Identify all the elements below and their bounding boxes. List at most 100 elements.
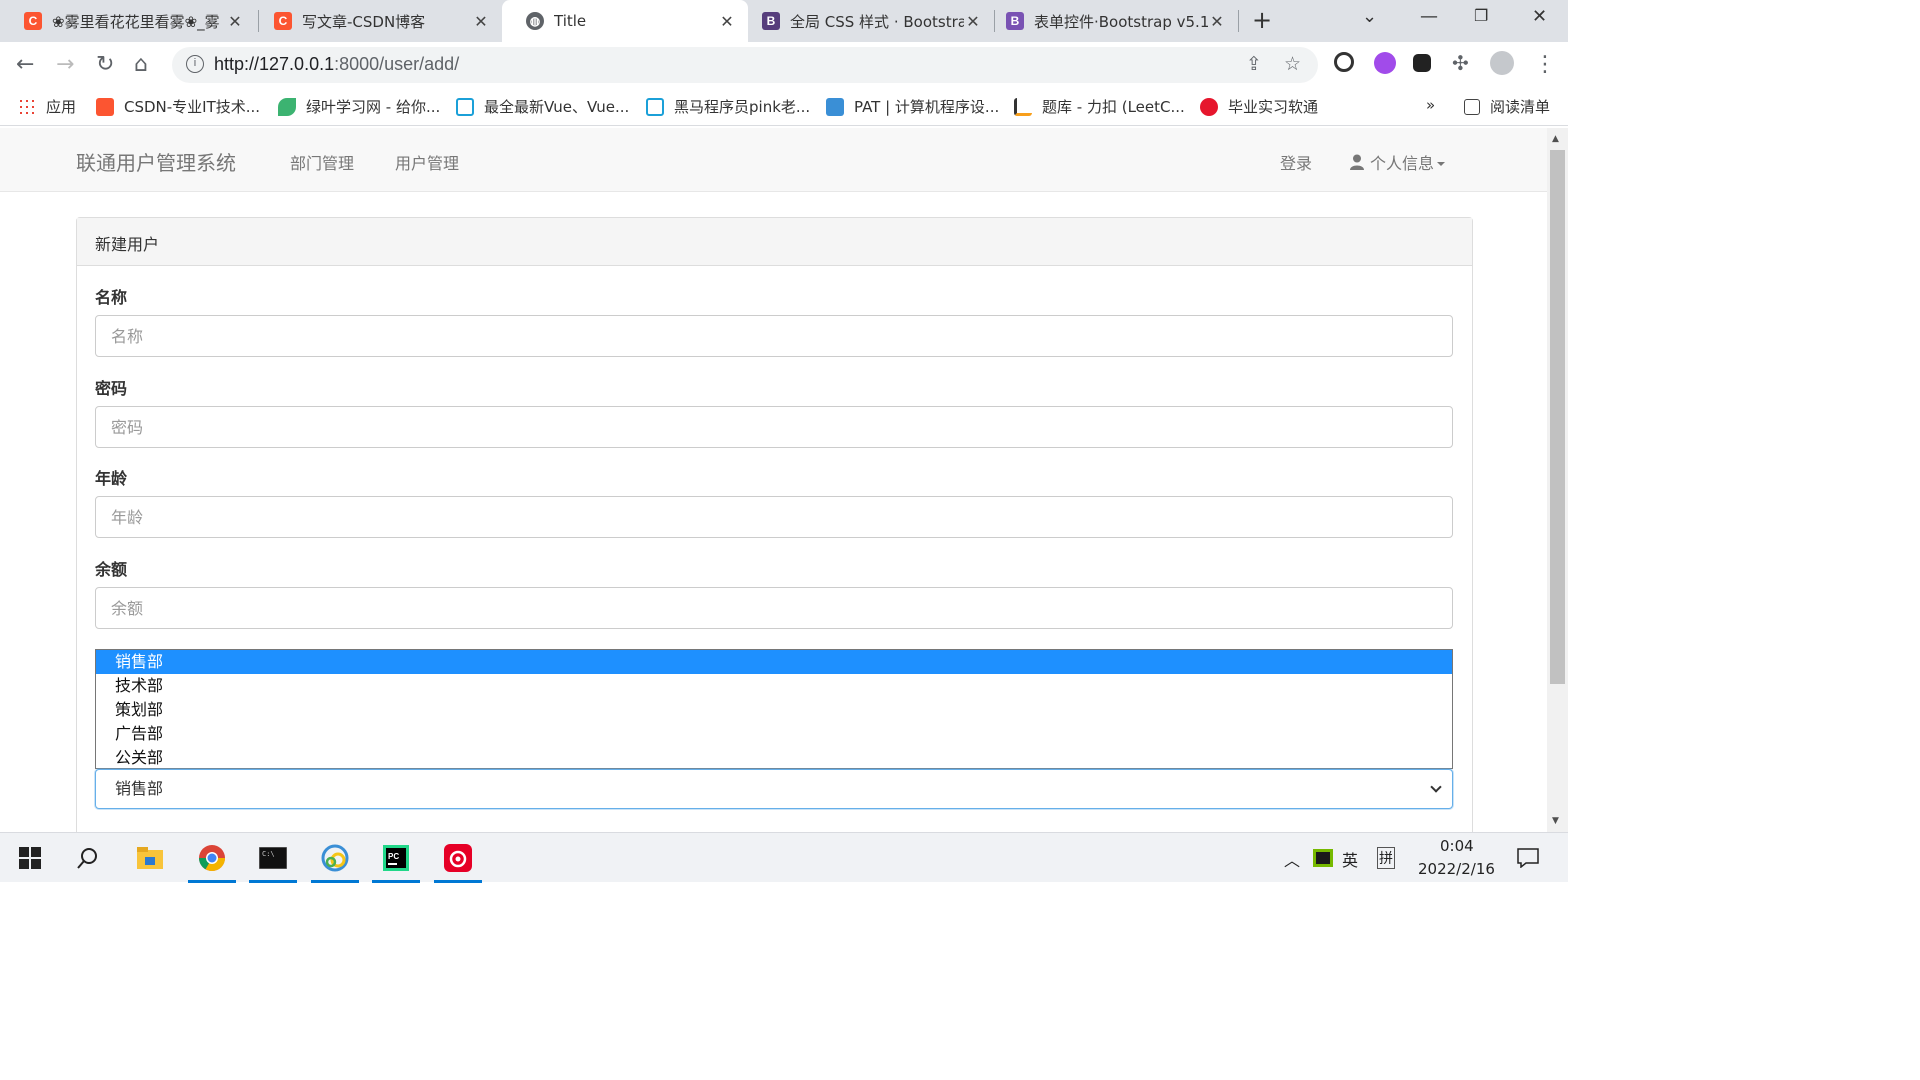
reading-list-button[interactable]: 阅读清单 bbox=[1464, 96, 1550, 117]
extensions-puzzle-icon[interactable]: ✣ bbox=[1452, 51, 1469, 75]
close-icon[interactable]: ✕ bbox=[718, 12, 736, 31]
back-icon[interactable]: ← bbox=[16, 52, 34, 77]
csdn-icon: C bbox=[24, 12, 42, 30]
site-info-icon[interactable]: i bbox=[186, 55, 204, 73]
bookmark-item[interactable]: PAT | 计算机程序设... bbox=[826, 96, 999, 117]
restore-icon[interactable]: ❐ bbox=[1474, 6, 1488, 25]
extension-x-icon[interactable] bbox=[1413, 54, 1431, 72]
windows-start-icon[interactable] bbox=[0, 833, 60, 883]
department-select[interactable]: 销售部 bbox=[95, 769, 1453, 809]
leaf-icon bbox=[278, 97, 296, 116]
notification-icon[interactable] bbox=[1498, 833, 1558, 883]
bookmark-item[interactable]: 最全最新Vue、Vue... bbox=[456, 96, 629, 117]
tab-strip: C ❀雾里看花花里看雾❀_雾 ✕ C 写文章-CSDN博客 ✕ ◍ Title … bbox=[0, 0, 1568, 42]
browser-tab[interactable]: C 写文章-CSDN博客 ✕ bbox=[250, 0, 502, 42]
bookmark-item[interactable]: CSDN-专业IT技术... bbox=[96, 96, 260, 117]
globe-icon: ◍ bbox=[526, 12, 544, 30]
name-input[interactable] bbox=[95, 315, 1453, 357]
file-explorer-icon[interactable] bbox=[120, 833, 180, 883]
browser-tab[interactable]: C ❀雾里看花花里看雾❀_雾 ✕ bbox=[0, 0, 256, 42]
new-tab-button[interactable]: + bbox=[1252, 6, 1272, 34]
balance-input[interactable] bbox=[95, 587, 1453, 629]
profile-dropdown[interactable]: 个人信息 bbox=[1350, 150, 1446, 174]
clock-time[interactable]: 0:04 bbox=[1440, 837, 1474, 855]
nav-link-login[interactable]: 登录 bbox=[1280, 150, 1312, 174]
department-option[interactable]: 广告部 bbox=[96, 722, 1452, 746]
tab-title: ❀雾里看花花里看雾❀_雾 bbox=[52, 12, 220, 31]
scroll-up-icon[interactable]: ▲ bbox=[1552, 134, 1559, 144]
scrollbar-thumb[interactable] bbox=[1550, 150, 1565, 684]
close-icon[interactable]: ✕ bbox=[226, 12, 244, 31]
site-brand[interactable]: 联通用户管理系统 bbox=[76, 147, 236, 176]
bookmark-label: 绿叶学习网 - 给你... bbox=[306, 98, 441, 116]
close-icon[interactable]: ✕ bbox=[1208, 12, 1226, 31]
url-host: http://127.0.0.1 bbox=[214, 54, 335, 74]
balance-label: 余额 bbox=[95, 560, 128, 579]
password-input[interactable] bbox=[95, 406, 1453, 448]
bilibili-icon bbox=[646, 97, 664, 116]
share-icon[interactable]: ⇪ bbox=[1246, 53, 1262, 75]
page-scrollbar[interactable]: ▲ ▼ bbox=[1547, 128, 1568, 832]
reload-icon[interactable]: ↻ bbox=[96, 52, 114, 77]
age-input[interactable] bbox=[95, 496, 1453, 538]
pat-icon bbox=[826, 97, 844, 116]
nav-link-users[interactable]: 用户管理 bbox=[395, 150, 459, 174]
forward-icon[interactable]: → bbox=[56, 52, 74, 77]
edge-beta-icon[interactable] bbox=[305, 833, 365, 883]
scroll-down-icon[interactable]: ▼ bbox=[1552, 816, 1559, 826]
extension-icon[interactable] bbox=[1334, 52, 1354, 72]
chevron-down-icon bbox=[1430, 781, 1442, 793]
menu-kebab-icon[interactable]: ⋮ bbox=[1534, 52, 1556, 77]
department-option[interactable]: 公关部 bbox=[96, 746, 1452, 768]
department-option[interactable]: 销售部 bbox=[96, 650, 1452, 674]
browser-tab[interactable]: B 全局 CSS 样式 · Bootstrap ✕ bbox=[738, 0, 994, 42]
user-icon bbox=[1350, 154, 1364, 170]
search-icon[interactable] bbox=[58, 833, 118, 883]
leetcode-icon bbox=[1014, 97, 1032, 116]
bookmark-item[interactable]: 黑马程序员pink老... bbox=[646, 96, 810, 117]
bookmark-star-icon[interactable]: ☆ bbox=[1284, 53, 1301, 75]
extension-purple-icon[interactable] bbox=[1374, 52, 1396, 74]
profile-avatar-icon[interactable] bbox=[1490, 51, 1514, 75]
windows-taskbar: C:\ PC ︿ 英 拼 0:04 2022/2/16 bbox=[0, 832, 1568, 883]
department-select-value: 销售部 bbox=[115, 779, 164, 798]
bookmarks-bar: 应用 CSDN-专业IT技术... 绿叶学习网 - 给你... 最全最新Vue、… bbox=[0, 88, 1568, 126]
pycharm-icon[interactable]: PC bbox=[366, 833, 426, 883]
minimize-icon[interactable]: — bbox=[1420, 6, 1438, 27]
browser-tab[interactable]: B 表单控件·Bootstrap v5.1 ✕ bbox=[982, 0, 1238, 42]
bootstrap-icon: B bbox=[762, 12, 780, 30]
chrome-icon[interactable] bbox=[182, 833, 242, 883]
reading-list-label: 阅读清单 bbox=[1490, 98, 1551, 116]
tab-title: 写文章-CSDN博客 bbox=[302, 12, 426, 31]
caret-down-icon bbox=[1437, 162, 1446, 166]
tab-search-icon[interactable]: ⌄ bbox=[1362, 6, 1377, 27]
age-label: 年龄 bbox=[95, 469, 128, 488]
netease-music-icon[interactable] bbox=[428, 833, 488, 883]
close-icon[interactable]: ✕ bbox=[964, 12, 982, 31]
department-option[interactable]: 技术部 bbox=[96, 674, 1452, 698]
bookmark-item[interactable]: 题库 - 力扣 (LeetC... bbox=[1014, 96, 1185, 117]
bookmark-item[interactable]: 绿叶学习网 - 给你... bbox=[278, 96, 440, 117]
ime-language[interactable]: 英 bbox=[1342, 847, 1358, 871]
bookmark-apps[interactable]: 应用 bbox=[18, 96, 76, 117]
site-navbar: 联通用户管理系统 部门管理 用户管理 登录 个人信息 bbox=[0, 128, 1547, 192]
clock-date[interactable]: 2022/2/16 bbox=[1418, 860, 1495, 878]
svg-text:PC: PC bbox=[388, 852, 399, 861]
bootstrap-icon: B bbox=[1006, 12, 1024, 30]
nav-link-departments[interactable]: 部门管理 bbox=[290, 150, 354, 174]
page-viewport: 联通用户管理系统 部门管理 用户管理 登录 个人信息 新建用户 名称 密码 年龄… bbox=[0, 128, 1547, 832]
address-bar[interactable]: i http://127.0.0.1:8000/user/add/ ⇪ ☆ bbox=[172, 47, 1318, 83]
more-bookmarks-button[interactable]: » bbox=[1426, 96, 1435, 114]
bookmark-item[interactable]: 毕业实习软通 bbox=[1200, 96, 1318, 117]
terminal-icon[interactable]: C:\ bbox=[243, 833, 303, 883]
ime-mode[interactable]: 拼 bbox=[1377, 847, 1395, 869]
browser-tab-active[interactable]: ◍ Title ✕ bbox=[502, 0, 748, 42]
new-user-panel: 新建用户 名称 密码 年龄 余额 销售部 技术部 策划部 广告部 公关部 销售部… bbox=[76, 217, 1473, 832]
close-icon[interactable]: ✕ bbox=[472, 12, 490, 31]
bilibili-icon bbox=[456, 97, 474, 116]
department-option[interactable]: 策划部 bbox=[96, 698, 1452, 722]
password-label: 密码 bbox=[95, 379, 128, 398]
home-icon[interactable]: ⌂ bbox=[134, 52, 148, 77]
url-text[interactable]: http://127.0.0.1:8000/user/add/ bbox=[214, 54, 459, 75]
window-close-icon[interactable]: ✕ bbox=[1532, 6, 1547, 27]
